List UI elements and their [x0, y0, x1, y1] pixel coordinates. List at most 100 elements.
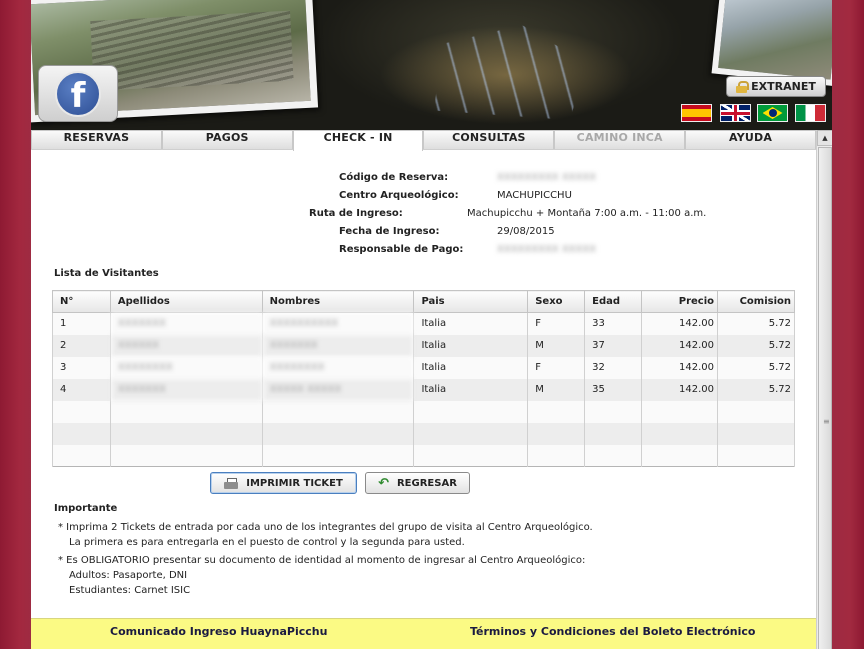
visitor-number: 3 [52, 356, 111, 379]
print-ticket-button[interactable]: IMPRIMIR TICKET [210, 472, 357, 494]
empty-cell [641, 422, 719, 445]
empty-cell [261, 444, 415, 467]
visitor-names: XXXXX XXXXX [261, 378, 415, 401]
column-header-names: Nombres [261, 290, 415, 313]
table-row: 2 XXXXXX XXXXXXX Italia M 37 142.00 5.72 [52, 334, 795, 357]
visitor-price: 142.00 [641, 334, 719, 357]
visitor-number: 2 [52, 334, 111, 357]
note-1-line-2: La primera es para entregarla en el pues… [69, 537, 465, 548]
tab-ayuda[interactable]: AYUDA [685, 130, 816, 149]
empty-cell [413, 422, 529, 445]
note-2-line-3: Estudiantes: Carnet ISIC [69, 585, 191, 596]
scroll-up-arrow-icon[interactable]: ▲ [817, 130, 832, 146]
empty-cell [527, 422, 586, 445]
archaeological-site-value: MACHUPICCHU [497, 190, 572, 201]
column-header-number: N° [52, 290, 111, 313]
main-nav-tabs: RESERVAS PAGOS CHECK - IN CONSULTAS CAMI… [31, 130, 816, 151]
table-row: 1 XXXXXXX XXXXXXXXXX Italia F 33 142.00 5.72 [52, 312, 795, 335]
empty-cell [261, 422, 415, 445]
important-title: Importante [54, 503, 118, 514]
english-flag-icon[interactable] [720, 104, 751, 122]
scroll-thumb[interactable]: ≡ [818, 147, 832, 649]
column-header-country: Pais [413, 290, 529, 313]
visitor-names: XXXXXXX [261, 334, 415, 357]
reservation-code-value: XXXXXXXXX XXXXX [497, 172, 597, 183]
huaynapicchu-notice-link[interactable]: Comunicado Ingreso HuaynaPicchu [110, 625, 327, 638]
empty-cell [584, 444, 643, 467]
note-1-line-1: * Imprima 2 Tickets de entrada por cada … [58, 522, 593, 533]
facebook-button[interactable]: f [38, 65, 118, 122]
visitor-sex: F [527, 356, 586, 379]
footer-bar: Comunicado Ingreso HuaynaPicchu Términos… [31, 618, 816, 649]
empty-cell [641, 444, 719, 467]
column-header-sex: Sexo [527, 290, 586, 313]
tab-consultas[interactable]: CONSULTAS [423, 130, 555, 149]
empty-cell [413, 444, 529, 467]
empty-cell [527, 400, 586, 423]
visitor-age: 33 [584, 312, 643, 335]
empty-cell [52, 444, 111, 467]
reservation-code-label: Código de Reserva: [339, 172, 449, 183]
note-2-line-1: * Es OBLIGATORIO presentar su documento … [58, 555, 586, 566]
header-banner: f EXTRANET [31, 0, 832, 130]
empty-cell [641, 400, 719, 423]
night-light-trails-photo [434, 25, 586, 120]
table-header-row: N° Apellidos Nombres Pais Sexo Edad Prec… [52, 290, 795, 313]
column-header-age: Edad [584, 290, 643, 313]
visitor-commission: 5.72 [717, 312, 795, 335]
empty-cell [109, 422, 263, 445]
visitor-surnames: XXXXXXX [109, 312, 263, 335]
visitor-surnames: XXXXXXX [109, 378, 263, 401]
tab-reservas[interactable]: RESERVAS [31, 130, 162, 149]
payer-label: Responsable de Pago: [339, 244, 464, 255]
visitors-list-title: Lista de Visitantes [54, 268, 159, 279]
visitor-commission: 5.72 [717, 356, 795, 379]
visitor-price: 142.00 [641, 356, 719, 379]
column-header-surnames: Apellidos [109, 290, 263, 313]
visitor-surnames: XXXXXX [109, 334, 263, 357]
empty-cell [413, 400, 529, 423]
vertical-scrollbar[interactable]: ▲ ≡ [816, 130, 832, 649]
visitor-sex: F [527, 312, 586, 335]
empty-table-row [52, 400, 795, 423]
archaeological-site-label: Centro Arqueológico: [339, 190, 459, 201]
visitor-age: 35 [584, 378, 643, 401]
visitor-surnames: XXXXXXXX [109, 356, 263, 379]
visitor-country: Italia [413, 334, 529, 357]
extranet-button[interactable]: EXTRANET [726, 76, 826, 97]
back-button[interactable]: ↶ REGRESAR [365, 472, 470, 494]
empty-cell [584, 422, 643, 445]
visitor-country: Italia [413, 378, 529, 401]
tab-check-in[interactable]: CHECK - IN [292, 130, 424, 151]
column-header-commission: Comision [717, 290, 795, 313]
empty-cell [109, 444, 263, 467]
spanish-flag-icon[interactable] [681, 104, 712, 122]
payer-value: XXXXXXXXX XXXXX [497, 244, 597, 255]
tab-pagos[interactable]: PAGOS [161, 130, 293, 149]
empty-table-row [52, 444, 795, 467]
empty-cell [261, 400, 415, 423]
visitor-number: 4 [52, 378, 111, 401]
italian-flag-icon[interactable] [795, 104, 826, 122]
back-label: REGRESAR [396, 477, 457, 489]
portuguese-flag-icon[interactable] [757, 104, 788, 122]
empty-cell [717, 444, 795, 467]
extranet-label: EXTRANET [751, 80, 816, 93]
empty-cell [527, 444, 586, 467]
terms-and-conditions-link[interactable]: Términos y Condiciones del Boleto Electr… [470, 625, 755, 638]
empty-cell [717, 422, 795, 445]
visitors-table-body: 1 XXXXXXX XXXXXXXXXX Italia F 33 142.00 5.72 2 XX… [52, 312, 795, 467]
print-ticket-label: IMPRIMIR TICKET [246, 477, 343, 489]
visitor-commission: 5.72 [717, 334, 795, 357]
visitor-country: Italia [413, 356, 529, 379]
empty-cell [52, 422, 111, 445]
visitor-names: XXXXXXXXXX [261, 312, 415, 335]
back-arrow-icon: ↶ [378, 475, 389, 491]
table-row: 3 XXXXXXXX XXXXXXXX Italia F 32 142.00 5.72 [52, 356, 795, 379]
column-header-price: Precio [641, 290, 719, 313]
empty-cell [109, 400, 263, 423]
visitor-country: Italia [413, 312, 529, 335]
table-row: 4 XXXXXXX XXXXX XXXXX Italia M 35 142.00 5.72 [52, 378, 795, 401]
empty-cell [584, 400, 643, 423]
scroll-grip-icon: ≡ [823, 417, 830, 426]
